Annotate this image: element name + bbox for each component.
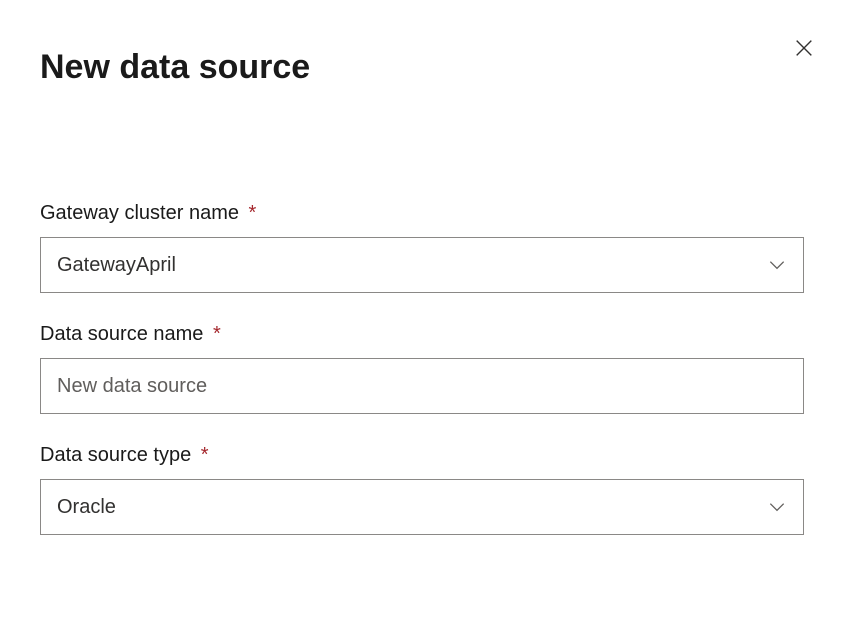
chevron-down-icon <box>767 497 787 517</box>
required-indicator: * <box>249 202 257 224</box>
data-source-name-label-text: Data source name <box>40 323 203 345</box>
required-indicator: * <box>213 323 221 345</box>
close-icon <box>793 37 815 59</box>
data-source-type-value: Oracle <box>57 496 755 519</box>
close-button[interactable] <box>788 32 820 64</box>
data-source-type-dropdown[interactable]: Oracle <box>40 479 804 535</box>
gateway-cluster-dropdown[interactable]: GatewayApril <box>40 237 804 293</box>
data-source-type-group: Data source type * Oracle <box>40 444 804 535</box>
gateway-cluster-value: GatewayApril <box>57 254 755 277</box>
data-source-name-input[interactable] <box>40 358 804 414</box>
page-title: New data source <box>40 48 804 87</box>
data-source-name-group: Data source name * <box>40 323 804 414</box>
data-source-type-label-text: Data source type <box>40 444 191 466</box>
gateway-cluster-label-text: Gateway cluster name <box>40 202 239 224</box>
chevron-down-icon <box>767 255 787 275</box>
data-source-name-label: Data source name * <box>40 323 804 346</box>
gateway-cluster-group: Gateway cluster name * GatewayApril <box>40 202 804 293</box>
data-source-type-label: Data source type * <box>40 444 804 467</box>
required-indicator: * <box>201 444 209 466</box>
form-container: New data source Gateway cluster name * G… <box>0 0 844 605</box>
gateway-cluster-label: Gateway cluster name * <box>40 202 804 225</box>
